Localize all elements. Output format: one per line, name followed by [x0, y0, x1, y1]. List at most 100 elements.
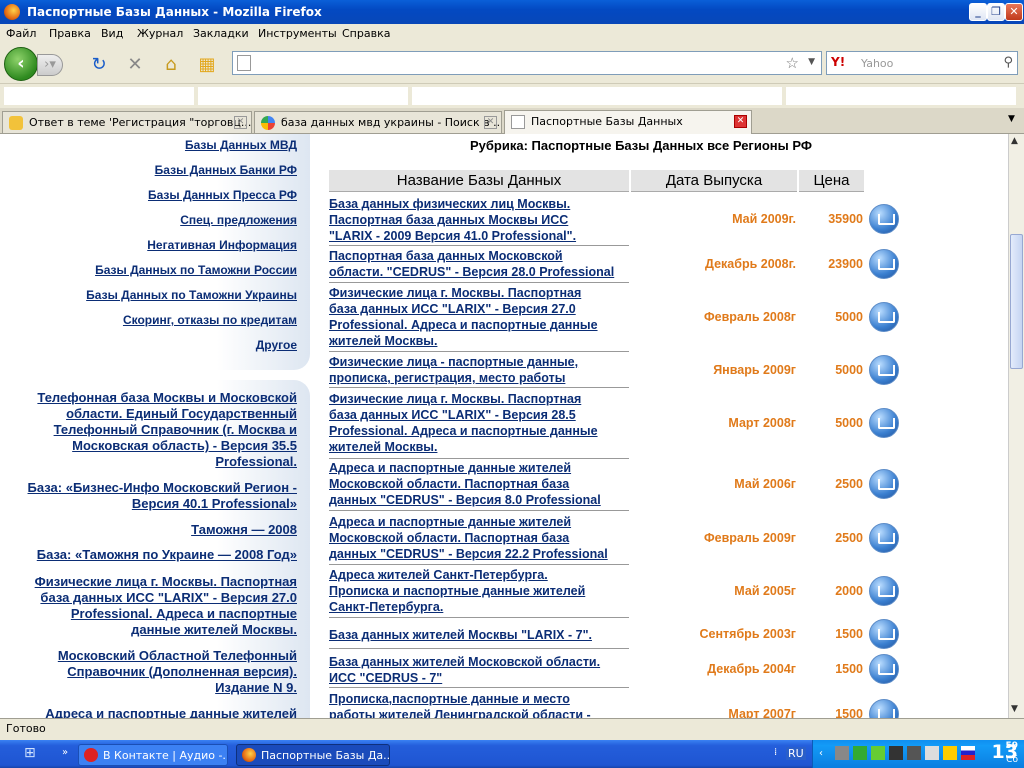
menu-bookmarks[interactable]: Закладки [193, 27, 249, 40]
database-link[interactable]: Физические лица г. Москвы. Паспортная баз… [329, 285, 629, 349]
toolbar-field[interactable] [198, 87, 408, 105]
database-link[interactable]: Прописка,паспортные данные и место работы… [329, 691, 629, 718]
addons-icon[interactable]: ▦ [197, 55, 217, 75]
sidebar-link[interactable]: Базы Данных Пресса РФ [148, 188, 297, 202]
window-title: Паспортные Базы Данных - Mozilla Firefox [27, 5, 322, 19]
toolbar-field[interactable] [412, 87, 782, 105]
cart-icon[interactable] [869, 204, 899, 234]
title-bar: Паспортные Базы Данных - Mozilla Firefox… [0, 0, 1024, 24]
cart-icon[interactable] [869, 469, 899, 499]
sidebar-link[interactable]: Скоринг, отказы по кредитам [123, 313, 297, 327]
maximize-button[interactable]: ❐ [987, 3, 1005, 21]
back-button[interactable]: ‹ [4, 47, 38, 81]
volume-icon[interactable] [925, 746, 939, 760]
cart-icon[interactable] [869, 699, 899, 718]
toolbar-field[interactable] [786, 87, 1016, 105]
news-link[interactable]: Физические лица г. Москвы. Паспортная ба… [35, 574, 297, 638]
minimize-button[interactable]: _ [969, 3, 987, 21]
url-bar[interactable]: ☆ ▼ [232, 51, 822, 75]
firefox-icon [4, 4, 20, 20]
close-tab-icon[interactable]: ✕ [234, 116, 247, 129]
database-link[interactable]: База данных физических лиц Москвы. Паспор… [329, 196, 629, 244]
tab-list-icon[interactable]: ▼ [1008, 114, 1015, 124]
scroll-down-icon[interactable]: ▼ [1011, 704, 1018, 714]
database-link[interactable]: Физические лица - паспортные данные, проп… [329, 354, 629, 386]
cart-icon[interactable] [869, 619, 899, 649]
yahoo-icon[interactable]: Y! [831, 55, 845, 69]
sidebar-link[interactable]: Базы Данных МВД [185, 138, 297, 152]
warning-icon[interactable] [943, 746, 957, 760]
menu-help[interactable]: Справка [342, 27, 390, 40]
taskbar-item[interactable]: В Контакте | Аудио -... [78, 744, 228, 766]
database-link[interactable]: Адреса и паспортные данные жителей Москов… [329, 514, 629, 562]
page-icon [237, 55, 251, 71]
menu-view[interactable]: Вид [101, 27, 123, 40]
menu-edit[interactable]: Правка [49, 27, 91, 40]
close-tab-icon[interactable]: ✕ [484, 116, 497, 129]
news-link[interactable]: Телефонная база Москвы и Московской обла… [37, 390, 297, 470]
tab-google[interactable]: база данных мвд украины - Поиск в ... ✕ [254, 111, 502, 133]
dropdown-icon[interactable]: ▼ [808, 57, 815, 67]
menu-file[interactable]: Файл [6, 27, 36, 40]
cart-icon[interactable] [869, 576, 899, 606]
table-row: Паспортная база данных Московской области… [329, 248, 899, 283]
tab-active[interactable]: Паспортные Базы Данных ✕ [504, 110, 752, 134]
clock[interactable]: 13 59 Сб [992, 741, 1018, 765]
price: 2500 [835, 531, 863, 545]
search-icon[interactable]: ⚲ [1003, 55, 1013, 70]
cart-icon[interactable] [869, 408, 899, 438]
news-link[interactable]: Таможня — 2008 [191, 522, 297, 538]
cart-icon[interactable] [869, 654, 899, 684]
status-bar: Готово [0, 718, 1024, 740]
monitor-icon[interactable] [889, 746, 903, 760]
sidebar-link[interactable]: Спец. предложения [180, 213, 297, 227]
connection-icon[interactable] [907, 746, 921, 760]
menu-tools[interactable]: Инструменты [258, 27, 337, 40]
tray-expand-icon[interactable]: ‹ [819, 748, 823, 759]
taskbar-item-active[interactable]: Паспортные Базы Да... [236, 744, 390, 766]
news-link[interactable]: База: «Бизнес-Инфо Московский Регион - В… [28, 480, 297, 512]
row-divider [329, 282, 629, 283]
news-link[interactable]: База: «Таможня по Украине — 2008 Год» [37, 547, 297, 563]
cart-icon[interactable] [869, 355, 899, 385]
flag-icon[interactable] [961, 746, 975, 760]
sidebar: Базы Данных МВД Базы Данных Банки РФ Баз… [0, 134, 310, 718]
reload-icon[interactable]: ↻ [89, 55, 109, 75]
bookmark-star-icon[interactable]: ☆ [786, 54, 799, 72]
toolbar-field[interactable] [4, 87, 194, 105]
home-icon[interactable]: ⌂ [161, 55, 181, 75]
antivirus-icon[interactable] [871, 746, 885, 760]
cart-icon[interactable] [869, 302, 899, 332]
release-date: Февраль 2008г [703, 310, 796, 324]
language-indicator[interactable]: RU [786, 747, 806, 760]
sidebar-link[interactable]: Негативная Информация [147, 238, 297, 252]
news-link[interactable]: Адреса и паспортные данные жителей [45, 706, 297, 718]
sidebar-link[interactable]: Базы Данных по Таможни России [95, 263, 297, 277]
sidebar-link[interactable]: Базы Данных Банки РФ [155, 163, 297, 177]
tab-forum[interactable]: Ответ в теме 'Регистрация "торговц... ✕ [2, 111, 252, 133]
menu-history[interactable]: Журнал [137, 27, 183, 40]
start-icon[interactable]: ⊞ [24, 745, 44, 763]
database-link[interactable]: База данных жителей Московской области. И… [329, 654, 629, 686]
stop-icon[interactable]: ✕ [125, 55, 145, 75]
close-tab-icon[interactable]: ✕ [734, 115, 747, 128]
cart-icon[interactable] [869, 523, 899, 553]
close-button[interactable]: ✕ [1005, 3, 1023, 21]
forward-button[interactable]: ›▾ [37, 54, 63, 76]
database-link[interactable]: Физические лица г. Москвы. Паспортная баз… [329, 391, 629, 455]
database-link[interactable]: База данных жителей Москвы "LARIX - 7". [329, 627, 629, 643]
shield-icon[interactable] [853, 746, 867, 760]
cart-icon[interactable] [869, 249, 899, 279]
sidebar-link[interactable]: Другое [256, 338, 297, 352]
database-link[interactable]: Адреса жителей Санкт-Петербурга. Прописка… [329, 567, 629, 615]
quicklaunch-expand-icon[interactable]: » [62, 747, 68, 758]
database-link[interactable]: Паспортная база данных Московской области… [329, 248, 629, 280]
news-link[interactable]: Московский Областной Телефонный Справочн… [58, 648, 297, 696]
scroll-up-icon[interactable]: ▲ [1011, 136, 1018, 146]
vertical-scrollbar[interactable]: ▲ ▼ [1008, 134, 1024, 718]
sidebar-link[interactable]: Базы Данных по Таможни Украины [86, 288, 297, 302]
search-box[interactable]: Y! Yahoo ⚲ [826, 51, 1018, 75]
scrollbar-thumb[interactable] [1010, 234, 1023, 369]
database-link[interactable]: Адреса и паспортные данные жителей Москов… [329, 460, 629, 508]
network-icon[interactable] [835, 746, 849, 760]
